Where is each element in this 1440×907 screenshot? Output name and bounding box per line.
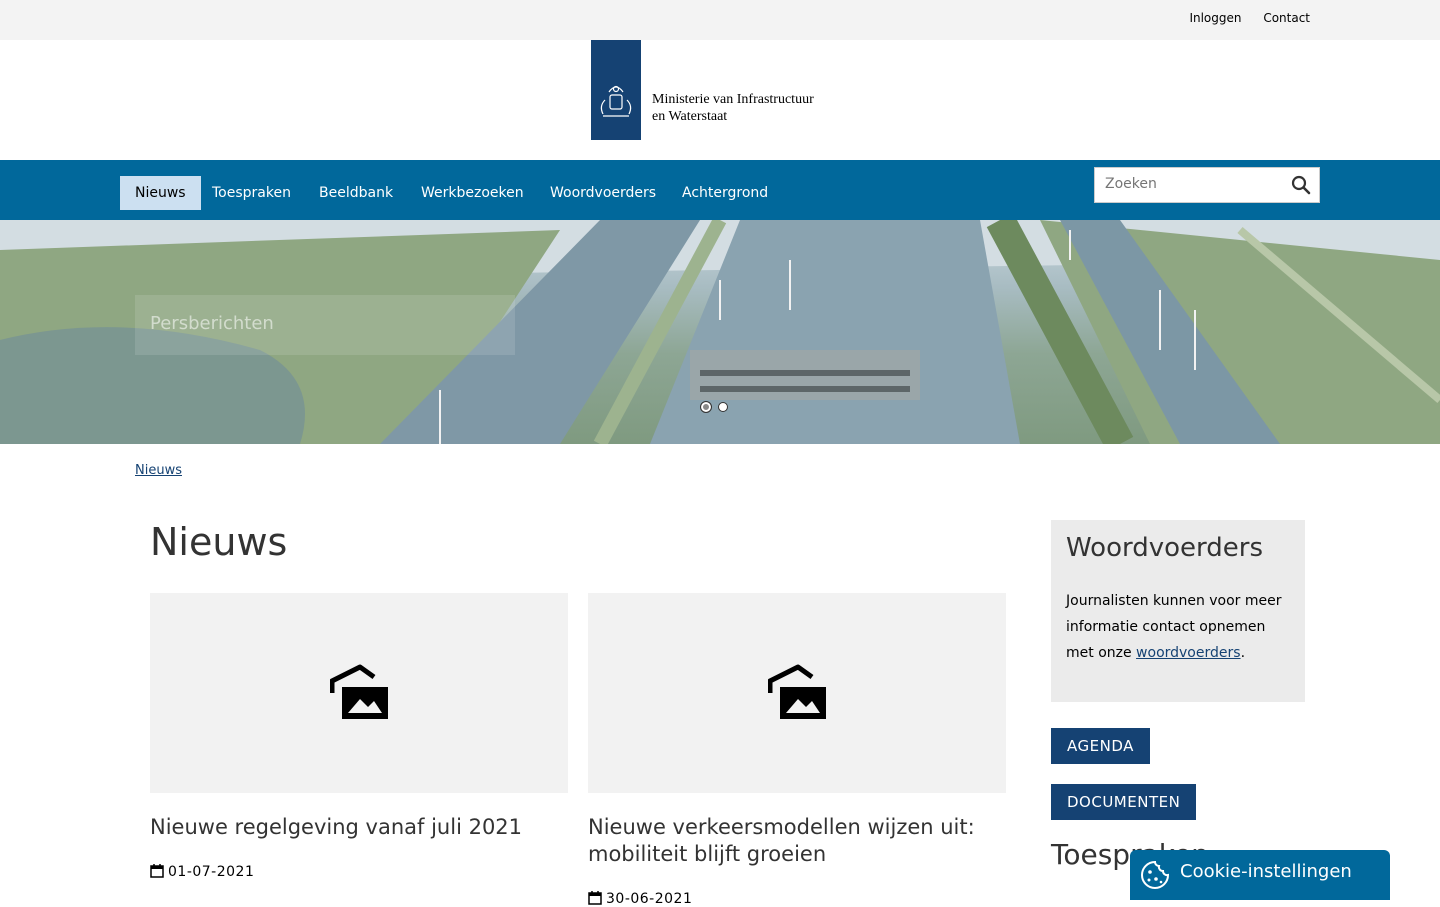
login-link[interactable]: Inloggen bbox=[1189, 11, 1241, 25]
nav-item-achtergrond[interactable]: Achtergrond bbox=[667, 176, 783, 210]
nav-item-woordvoerders[interactable]: Woordvoerders bbox=[535, 176, 671, 210]
news-card-date-text: 01-07-2021 bbox=[168, 864, 255, 880]
ministry-name-line2: en Waterstaat bbox=[652, 109, 728, 124]
carousel-dot-2[interactable] bbox=[718, 402, 728, 412]
woordvoerders-text-suffix: . bbox=[1240, 645, 1246, 661]
cookie-icon bbox=[1141, 860, 1170, 889]
news-card-title[interactable]: Nieuwe regelgeving vanaf juli 2021 bbox=[150, 814, 568, 841]
nav-item-nieuws[interactable]: Nieuws bbox=[120, 176, 201, 210]
carousel-dot-1[interactable] bbox=[700, 401, 712, 413]
news-placeholder-icon bbox=[330, 664, 388, 719]
news-card-image[interactable] bbox=[588, 593, 1006, 793]
agenda-button[interactable]: AGENDA bbox=[1051, 728, 1150, 764]
woordvoerders-box: Woordvoerders Journalisten kunnen voor m… bbox=[1051, 520, 1305, 702]
ministry-name[interactable]: Ministerie van Infrastructuur en Waterst… bbox=[652, 91, 814, 125]
woordvoerders-heading: Woordvoerders bbox=[1066, 533, 1263, 563]
main-navigation: Nieuws Toespraken Beeldbank Werkbezoeken… bbox=[0, 160, 1440, 220]
top-utility-bar: Inloggen Contact bbox=[0, 0, 1440, 40]
woordvoerders-text: Journalisten kunnen voor meer informatie… bbox=[1066, 588, 1296, 666]
search-input[interactable] bbox=[1095, 168, 1295, 200]
nav-item-beeldbank[interactable]: Beeldbank bbox=[304, 176, 408, 210]
news-placeholder-icon bbox=[768, 664, 826, 719]
nav-item-werkbezoeken[interactable]: Werkbezoeken bbox=[406, 176, 539, 210]
news-card-date: 30-06-2021 bbox=[588, 891, 692, 907]
search-icon[interactable] bbox=[1291, 175, 1311, 195]
calendar-icon bbox=[588, 891, 602, 905]
cookie-settings-label: Cookie-instellingen bbox=[1180, 861, 1352, 882]
woordvoerders-link[interactable]: woordvoerders bbox=[1136, 645, 1241, 661]
documenten-button[interactable]: DOCUMENTEN bbox=[1051, 784, 1197, 820]
news-card-date: 01-07-2021 bbox=[150, 864, 254, 880]
calendar-icon bbox=[150, 864, 164, 878]
nav-item-toespraken[interactable]: Toespraken bbox=[197, 176, 306, 210]
search-box bbox=[1094, 167, 1320, 203]
rijksoverheid-logo-emblem[interactable] bbox=[591, 40, 641, 140]
hero-carousel: Persberichten bbox=[0, 220, 1440, 444]
page-title: Nieuws bbox=[150, 520, 288, 564]
news-card-image[interactable] bbox=[150, 593, 568, 793]
ministry-name-line1: Ministerie van Infrastructuur bbox=[652, 92, 814, 107]
logo-header: Ministerie van Infrastructuur en Waterst… bbox=[0, 40, 1440, 160]
contact-link[interactable]: Contact bbox=[1263, 11, 1310, 25]
cookie-settings-button[interactable]: Cookie-instellingen bbox=[1130, 850, 1390, 900]
hero-caption[interactable]: Persberichten bbox=[150, 313, 274, 334]
utility-links: Inloggen Contact bbox=[1171, 11, 1310, 25]
breadcrumb[interactable]: Nieuws bbox=[135, 463, 182, 478]
news-card-title[interactable]: Nieuwe verkeersmodellen wijzen uit: mobi… bbox=[588, 814, 1006, 868]
news-card-date-text: 30-06-2021 bbox=[606, 891, 693, 907]
